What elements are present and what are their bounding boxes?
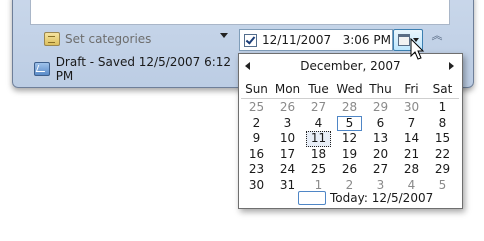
calendar-day[interactable]: 24 <box>272 162 303 178</box>
weekday-label: Sat <box>432 82 453 96</box>
calendar-day[interactable]: 19 <box>334 147 365 163</box>
today-label[interactable]: Today: 12/5/2007 <box>330 191 433 205</box>
next-month-icon[interactable] <box>449 62 454 70</box>
calendar-day[interactable]: 28 <box>396 162 427 178</box>
calendar-icon <box>398 34 410 46</box>
month-title[interactable]: December, 2007 <box>239 59 462 73</box>
draft-status-text: Draft - Saved 12/5/2007 6:12 PM <box>55 55 232 83</box>
today-link[interactable]: Today: 12/5/2007 <box>298 190 433 206</box>
mouse-cursor-icon <box>410 38 425 60</box>
calendar-day[interactable]: 6 <box>365 116 396 132</box>
calendar-day[interactable]: 21 <box>396 147 427 163</box>
calendar-day[interactable]: 9 <box>241 131 272 147</box>
weekday-label: Sun <box>245 82 268 96</box>
calendar-header: December, 2007 <box>239 58 462 74</box>
categories-dropdown[interactable]: Set categories <box>44 30 230 48</box>
calendar-day[interactable]: 27 <box>303 100 334 116</box>
calendar-day[interactable]: 22 <box>427 147 458 163</box>
collapse-button[interactable]: ︽ <box>428 29 446 49</box>
calendar-day[interactable]: 25 <box>303 162 334 178</box>
calendar-day[interactable]: 14 <box>396 131 427 147</box>
calendar-day[interactable]: 27 <box>365 162 396 178</box>
calendar-day[interactable]: 1 <box>427 100 458 116</box>
today-day[interactable]: 5 <box>337 115 362 132</box>
calendar-day[interactable]: 2 <box>241 116 272 132</box>
categories-placeholder: Set categories <box>65 32 152 46</box>
calendar-day[interactable]: 29 <box>427 162 458 178</box>
status-bar: Draft - Saved 12/5/2007 6:12 PM <box>34 55 248 83</box>
calendar-day-grid: 25 26 27 28 29 30 1 2 3 4 5 6 7 8 9 10 11 12 13 14 15 16 17 18 1… <box>241 100 459 194</box>
chevron-down-icon[interactable] <box>220 33 228 38</box>
calendar-day[interactable]: 29 <box>365 100 396 116</box>
calendar-day[interactable]: 26 <box>272 100 303 116</box>
date-time-value[interactable]: 12/11/2007 3:06 PM <box>262 33 391 47</box>
calendar-day[interactable]: 12 <box>334 131 365 147</box>
calendar-day[interactable]: 7 <box>396 116 427 132</box>
calendar-day[interactable]: 18 <box>303 147 334 163</box>
calendar-popup: December, 2007 Sun Mon Tue Wed Thu Fri Sat 25 2… <box>238 53 463 209</box>
weekday-label: Wed <box>336 82 363 96</box>
selected-day[interactable]: 11 <box>306 131 331 147</box>
calendar-day[interactable]: 30 <box>396 100 427 116</box>
calendar-day[interactable]: 26 <box>334 162 365 178</box>
calendar-day[interactable]: 16 <box>241 147 272 163</box>
calendar-day[interactable]: 30 <box>241 178 272 194</box>
weekday-label: Thu <box>369 82 392 96</box>
calendar-day[interactable]: 15 <box>427 131 458 147</box>
weekday-label: Fri <box>404 82 419 96</box>
calendar-day[interactable]: 4 <box>303 116 334 132</box>
category-icon <box>44 32 60 46</box>
draft-icon <box>34 62 50 76</box>
double-chevron-up-icon: ︽ <box>431 29 443 42</box>
weekday-label: Tue <box>308 82 329 96</box>
today-marker <box>298 191 326 205</box>
calendar-day[interactable]: 23 <box>241 162 272 178</box>
date-time-field[interactable]: 12/11/2007 3:06 PM <box>239 29 393 51</box>
calendar-day[interactable]: 20 <box>365 147 396 163</box>
weekday-label: Mon <box>274 82 301 96</box>
calendar-day[interactable]: 28 <box>334 100 365 116</box>
message-body-field[interactable] <box>30 0 450 25</box>
calendar-day[interactable]: 13 <box>365 131 396 147</box>
calendar-day[interactable]: 10 <box>272 131 303 147</box>
calendar-day[interactable]: 8 <box>427 116 458 132</box>
weekday-header-row: Sun Mon Tue Wed Thu Fri Sat <box>241 82 459 99</box>
calendar-day[interactable]: 25 <box>241 100 272 116</box>
calendar-day[interactable]: 3 <box>272 116 303 132</box>
date-enabled-checkbox[interactable] <box>244 33 257 47</box>
calendar-day[interactable]: 17 <box>272 147 303 163</box>
